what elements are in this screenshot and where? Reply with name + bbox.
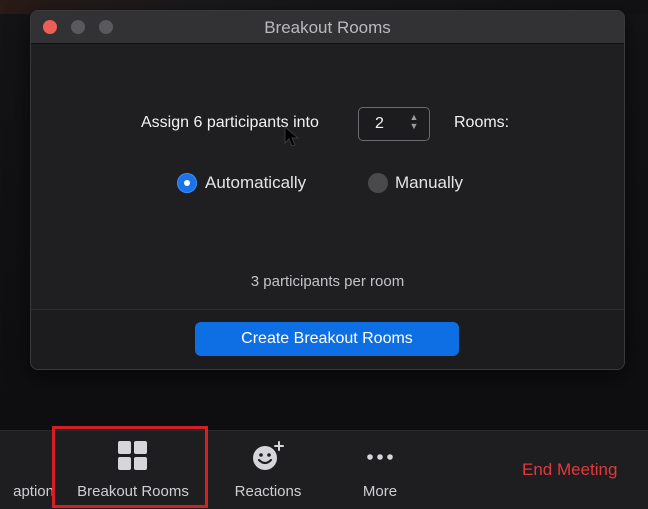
dialog-title: Breakout Rooms bbox=[264, 18, 391, 37]
breakout-rooms-button[interactable]: Breakout Rooms bbox=[58, 431, 208, 509]
captions-label: aption bbox=[13, 483, 54, 500]
rooms-label: Rooms: bbox=[454, 114, 510, 131]
stepper-arrows-icon[interactable]: ▲ ▼ bbox=[409, 113, 419, 133]
automatic-radio-label[interactable]: Automatically bbox=[205, 173, 306, 193]
meeting-window: Breakout Rooms Assign 6 participants int… bbox=[0, 0, 648, 509]
grid-icon bbox=[118, 441, 147, 470]
create-breakout-rooms-button[interactable]: Create Breakout Rooms bbox=[195, 322, 459, 356]
manual-radio-label[interactable]: Manually bbox=[395, 173, 463, 193]
automatic-radio[interactable] bbox=[177, 173, 197, 193]
assignment-mode-group: Automatically Manually bbox=[31, 171, 624, 197]
manual-radio[interactable] bbox=[368, 173, 388, 193]
room-count-value: 2 bbox=[375, 115, 384, 132]
dialog-titlebar: Breakout Rooms bbox=[31, 11, 624, 44]
ellipsis-icon bbox=[367, 454, 393, 460]
participants-per-room-text: 3 participants per room bbox=[250, 273, 405, 290]
assign-row: Assign 6 participants into 2 ▲ ▼ Rooms: bbox=[31, 107, 624, 141]
captions-button[interactable]: aption bbox=[0, 431, 54, 509]
end-meeting-button[interactable]: End Meeting bbox=[522, 460, 617, 480]
dialog-footer: Create Breakout Rooms bbox=[31, 309, 624, 369]
more-button[interactable]: More bbox=[340, 431, 420, 509]
reactions-label: Reactions bbox=[234, 483, 302, 500]
smiley-plus-icon bbox=[253, 441, 284, 470]
reactions-button[interactable]: Reactions bbox=[220, 431, 316, 509]
more-label: More bbox=[362, 483, 398, 500]
breakout-rooms-dialog: Breakout Rooms Assign 6 participants int… bbox=[30, 10, 625, 370]
room-count-stepper[interactable]: 2 ▲ ▼ bbox=[358, 107, 430, 141]
breakout-rooms-label: Breakout Rooms bbox=[77, 483, 189, 500]
mouse-cursor-icon bbox=[284, 126, 300, 147]
